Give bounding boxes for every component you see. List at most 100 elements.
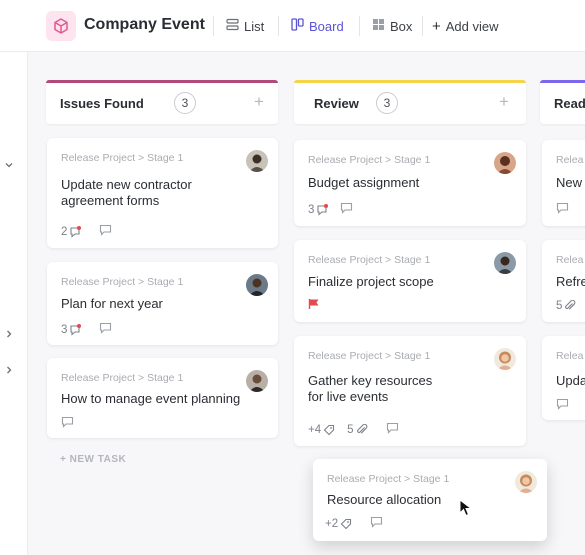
add-task-plus-icon[interactable]: + [499, 92, 509, 112]
subtask-number: 3 [61, 323, 68, 336]
tags-count[interactable]: +2 [325, 518, 352, 530]
avatar[interactable] [246, 370, 268, 392]
card-meta: 2 [61, 224, 112, 239]
card-breadcrumb: Release Project > Stage 1 [308, 350, 431, 362]
task-card[interactable]: Release Project > Stage 1 Gather key res… [294, 336, 526, 446]
card-meta: 5 [556, 300, 576, 312]
card-title: Budget assignment [308, 175, 420, 190]
add-task-plus-icon[interactable]: + [254, 92, 264, 112]
column-header-issues-found: Issues Found 3 + [46, 80, 278, 124]
card-title: New [556, 175, 583, 190]
column-header-review: Review 3 + [294, 80, 526, 124]
card-title: Gather key resources [308, 373, 433, 388]
column-color-bar [46, 80, 278, 83]
dragging-task-card[interactable]: Release Project > Stage 1 Resource alloc… [313, 459, 547, 541]
add-view-button[interactable]: + Add view [432, 18, 499, 35]
divider [422, 16, 423, 36]
card-meta [556, 202, 569, 217]
paperclip-icon [356, 423, 367, 434]
comment-icon[interactable] [556, 398, 569, 413]
task-card[interactable]: Release Project > Stage 1 Finalize proje… [294, 240, 526, 322]
card-meta: 3 [61, 322, 112, 337]
column-count-badge: 3 [376, 92, 398, 114]
task-card[interactable]: Release Project > Stage 1 Budget assignm… [294, 140, 526, 226]
card-title: Plan for next year [61, 296, 163, 311]
chevron-right-icon[interactable] [4, 364, 14, 378]
column-title: Issues Found [60, 96, 144, 111]
chevron-right-icon[interactable] [4, 328, 14, 342]
task-card[interactable]: Release Project > Stage 1 Plan for next … [47, 262, 278, 345]
view-list[interactable]: List [226, 18, 264, 34]
card-title: Refre [556, 274, 585, 289]
view-box[interactable]: Box [372, 18, 412, 34]
card-meta: +4 5 [308, 422, 399, 437]
flag-icon[interactable] [308, 298, 320, 313]
view-label: Box [390, 18, 413, 34]
card-breadcrumb: Release Project > Stage 1 [61, 372, 184, 384]
card-breadcrumb: Release Project > Stage 1 [61, 152, 184, 164]
comment-icon[interactable] [61, 416, 74, 431]
task-card[interactable]: Release Project > Stage 1 How to manage … [47, 358, 278, 438]
card-title-line2: for live events [308, 389, 389, 404]
paperclip-icon [565, 300, 576, 310]
column-color-bar [540, 80, 585, 83]
box-icon [372, 18, 385, 34]
column-header-ready: Read [540, 80, 585, 124]
subtask-count[interactable]: 2 [61, 225, 82, 238]
view-label: Board [309, 18, 344, 34]
card-title-line2: agreement forms [61, 193, 160, 208]
tag-icon [340, 518, 352, 529]
task-card[interactable]: Relea Upda [542, 336, 585, 420]
card-meta [556, 398, 569, 413]
avatar[interactable] [494, 348, 516, 370]
comment-icon[interactable] [370, 516, 383, 531]
card-breadcrumb: Release Project > Stage 1 [308, 154, 431, 166]
task-card[interactable]: Relea New [542, 140, 585, 226]
card-breadcrumb: Relea [556, 350, 584, 362]
comment-icon[interactable] [99, 322, 112, 337]
comment-icon[interactable] [386, 422, 399, 437]
card-title: Resource allocation [327, 492, 442, 507]
card-breadcrumb: Relea [556, 154, 584, 166]
avatar[interactable] [246, 150, 268, 172]
comment-icon[interactable] [99, 224, 112, 239]
card-breadcrumb: Release Project > Stage 1 [327, 473, 450, 485]
mouse-cursor-icon [459, 498, 473, 522]
divider [359, 16, 360, 36]
left-sidebar [0, 52, 28, 555]
cube-icon[interactable] [46, 11, 76, 41]
subtask-icon [317, 203, 329, 216]
tags-count[interactable]: +4 [308, 424, 335, 436]
task-card[interactable]: Relea Refre 5 [542, 240, 585, 322]
card-breadcrumb: Release Project > Stage 1 [308, 254, 431, 266]
new-task-button[interactable]: + NEW TASK [60, 454, 126, 465]
chevron-down-icon[interactable] [4, 159, 14, 173]
column-color-bar [294, 80, 526, 83]
card-title: How to manage event planning [61, 391, 241, 406]
board: Issues Found 3 + Review 3 + Read Release… [28, 52, 585, 555]
card-breadcrumb: Relea [556, 254, 584, 266]
subtask-number: 2 [61, 225, 68, 238]
avatar[interactable] [494, 252, 516, 274]
top-bar: Company Event List Board Box + Add view [0, 0, 585, 52]
view-label: List [244, 18, 265, 34]
view-board[interactable]: Board [291, 18, 344, 34]
subtask-count[interactable]: 3 [308, 203, 329, 216]
task-card[interactable]: Release Project > Stage 1 Update new con… [47, 138, 278, 248]
attachments-count[interactable]: 5 [347, 423, 367, 436]
list-icon [226, 18, 239, 34]
comment-icon[interactable] [556, 202, 569, 217]
avatar[interactable] [246, 274, 268, 296]
comment-icon[interactable] [340, 202, 353, 217]
avatar[interactable] [494, 152, 516, 174]
card-meta: 3 [308, 202, 353, 217]
avatar[interactable] [515, 471, 537, 493]
card-breadcrumb: Release Project > Stage 1 [61, 276, 184, 288]
column-title: Review [314, 96, 359, 111]
column-title: Read [554, 96, 585, 111]
attachments-number: 5 [347, 423, 354, 436]
attachments-count[interactable]: 5 [556, 300, 576, 312]
view-label: Add view [445, 19, 499, 34]
subtask-count[interactable]: 3 [61, 323, 82, 336]
card-meta: +2 [325, 516, 383, 531]
